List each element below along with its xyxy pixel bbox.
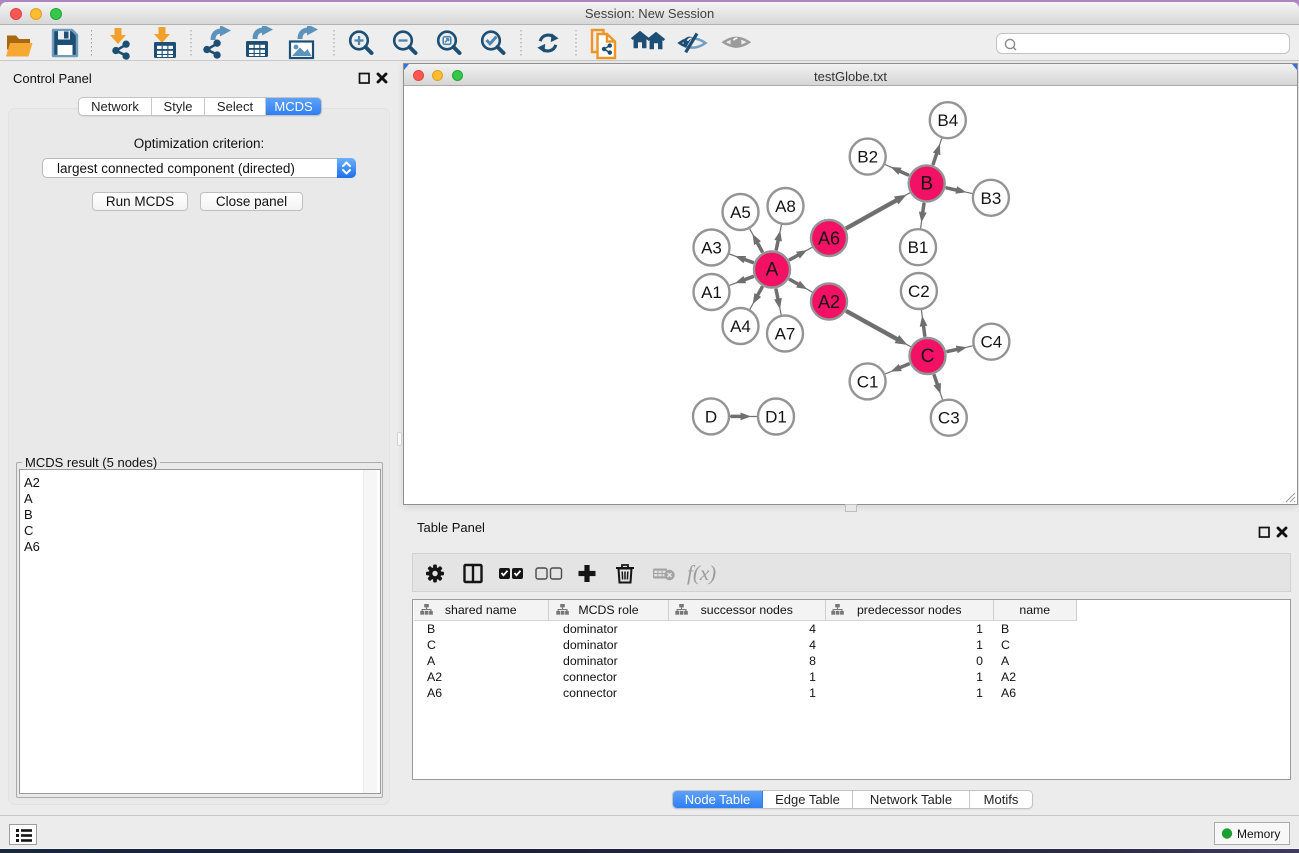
svg-text:C: C (921, 346, 935, 367)
svg-text:A8: A8 (775, 197, 796, 216)
svg-text:A2: A2 (818, 292, 840, 312)
svg-text:C1: C1 (857, 372, 879, 391)
svg-text:A4: A4 (730, 317, 751, 336)
svg-text:C4: C4 (981, 333, 1003, 352)
svg-text:A1: A1 (701, 283, 722, 302)
svg-text:C3: C3 (938, 409, 960, 428)
svg-text:B3: B3 (981, 189, 1002, 208)
svg-text:A6: A6 (818, 229, 840, 249)
svg-text:B4: B4 (937, 111, 958, 130)
svg-text:C2: C2 (908, 282, 930, 301)
svg-text:A: A (766, 260, 779, 281)
svg-text:B: B (920, 173, 933, 194)
svg-text:f(x): f(x) (687, 561, 716, 585)
svg-text:B1: B1 (908, 238, 929, 257)
svg-text:A7: A7 (775, 325, 796, 344)
svg-text:A3: A3 (701, 239, 722, 258)
svg-text:D: D (705, 407, 717, 426)
svg-text:D1: D1 (765, 408, 787, 427)
svg-text:A5: A5 (730, 203, 751, 222)
svg-text:B2: B2 (857, 148, 878, 167)
